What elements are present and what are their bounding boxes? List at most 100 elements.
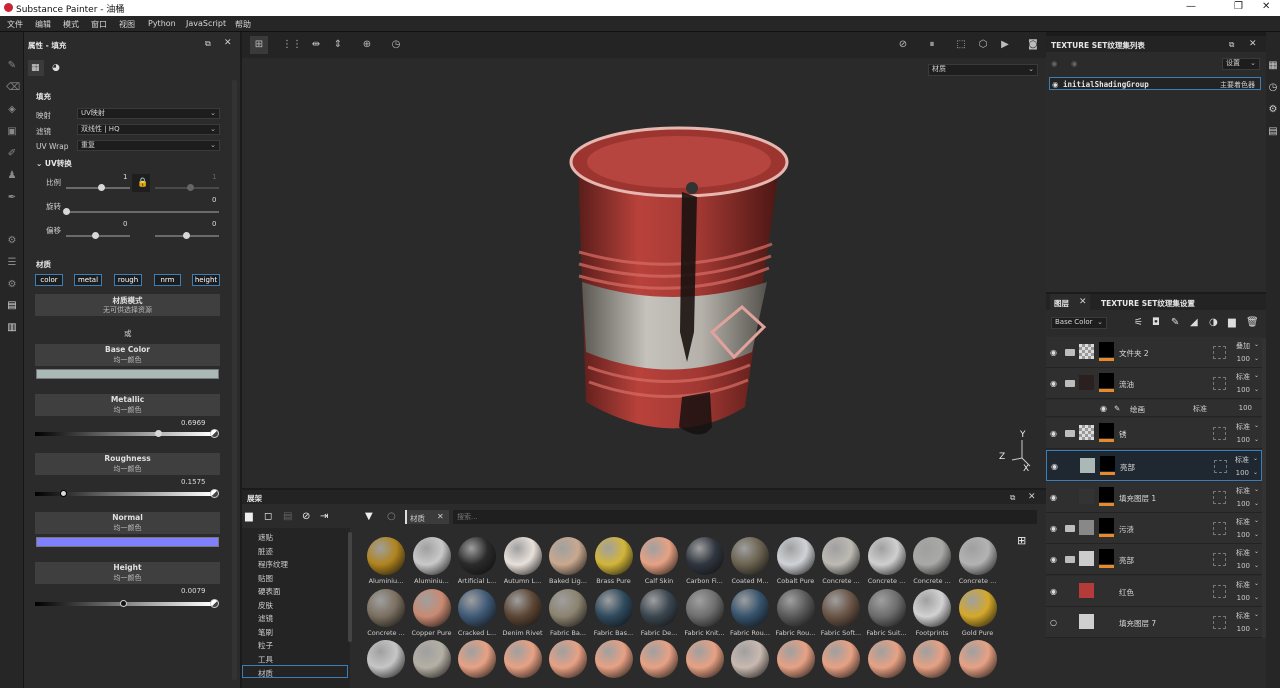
material-ball[interactable] [594,640,633,678]
maximize-icon[interactable]: ❐ [1234,1,1243,12]
material-ball[interactable] [412,589,451,627]
color-picker-icon[interactable]: ✒ [6,192,18,204]
visibility-off-icon[interactable]: ⊘ [302,511,310,522]
visibility-eye-icon[interactable]: ◉ [1050,429,1057,438]
blend-chevron-icon[interactable]: ⌄ [1254,486,1259,493]
category-item[interactable]: 工具 [258,654,273,665]
material-ball[interactable] [822,537,860,575]
add-icon[interactable]: ⊕ [361,39,373,51]
material-ball[interactable] [867,537,906,575]
normal-swatch[interactable] [36,537,219,547]
offset-slider-2-handle[interactable] [183,232,190,239]
blend-chevron-icon[interactable]: ⌄ [1254,517,1259,524]
material-ball[interactable] [412,537,451,575]
opacity-chevron-icon[interactable]: ⌄ [1254,594,1259,601]
shelf-search-input[interactable] [453,510,1037,524]
layer-opacity[interactable]: 100 [1237,500,1250,508]
material-ball[interactable] [913,640,951,678]
hide-icon[interactable]: ⊘ [897,39,909,51]
material-mode-button[interactable]: 材质模式 无可供选择资源 [35,294,220,316]
texture-set-settings-button[interactable]: 设置 ⌄ [1222,58,1260,70]
filter-select[interactable]: 双线性 | HQ ⌄ [77,124,220,135]
blend-chevron-icon[interactable]: ⌄ [1254,611,1259,618]
layer-mask-slot[interactable] [1213,491,1226,504]
visibility-eye-icon[interactable]: ◉ [1051,462,1058,471]
shelf-close-icon[interactable]: ✕ [1028,492,1036,502]
material-ball[interactable] [549,537,587,575]
add-folder-icon[interactable]: ▆ [1228,317,1236,328]
list-dock-icon[interactable]: ▤ [1267,126,1279,138]
properties-scrollbar[interactable] [232,80,237,680]
category-item[interactable]: 程序纹理 [258,559,288,570]
material-ball[interactable] [458,640,496,678]
layer-blend-mode[interactable]: 标准 [1236,372,1250,382]
texture-set-close-icon[interactable]: ✕ [1249,39,1257,49]
float-panel-icon[interactable]: ⧉ [205,39,211,49]
material-ball[interactable] [776,640,815,678]
material-ball[interactable] [640,537,678,575]
opacity-chevron-icon[interactable]: ⌄ [1253,469,1258,476]
layer-mask-slot[interactable] [1213,553,1226,566]
import-icon[interactable]: ⇥ [320,511,328,522]
symmetry-grid-icon[interactable]: ⋮⋮ [282,39,302,51]
uv-transform-toggle[interactable]: ⌄ UV转换 [36,158,72,169]
layer-row[interactable]: ◉ 锈 标准 ⌄ 100 ⌄ [1046,418,1262,449]
layer-opacity[interactable]: 100 [1237,355,1250,363]
python-console-icon[interactable]: ▤ [6,300,18,312]
layer-blend-mode[interactable]: 标准 [1236,422,1250,432]
material-ball[interactable] [367,640,405,678]
blend-chevron-icon[interactable]: ⌄ [1254,372,1259,379]
log-icon[interactable]: ▥ [6,322,18,334]
tab-texture-settings[interactable]: TEXTURE SET纹理集设置 [1101,298,1195,309]
add-fill-layer-icon[interactable]: ◢ [1190,317,1198,328]
layer-opacity[interactable]: 100 [1237,562,1250,570]
close-panel-icon[interactable]: ✕ [224,38,232,48]
layer-opacity[interactable]: 100 [1237,594,1250,602]
bake-icon[interactable]: ☰ [6,257,18,269]
cube-icon[interactable]: ⬡ [977,39,989,51]
visibility-eye-icon[interactable]: ◉ [1050,493,1057,502]
layers-dock-icon[interactable]: ▦ [1267,60,1279,72]
smart-material-icon[interactable]: ◑ [1209,317,1218,328]
opacity-chevron-icon[interactable]: ⌄ [1254,436,1259,443]
settings-dock-icon[interactable]: ⚙ [1267,104,1279,116]
height-slider-handle[interactable] [120,600,127,607]
layer-row[interactable]: ◉ 亮部 标准 ⌄ 100 ⌄ [1046,450,1262,481]
menu-javascript[interactable]: JavaScript [186,19,226,28]
material-ball[interactable] [958,537,997,575]
selection-icon[interactable]: ⬚ [955,39,967,51]
layer-blend-mode[interactable]: 标准 [1235,455,1249,465]
layer-mask-slot[interactable] [1214,460,1227,473]
metallic-slider-handle[interactable] [154,430,162,437]
viewport-material-select[interactable]: 材质 ⌄ [928,64,1038,76]
metallic-reset-icon[interactable] [210,429,219,438]
material-ball[interactable] [367,589,405,627]
opacity-chevron-icon[interactable]: ⌄ [1254,531,1259,538]
base-color-block[interactable]: Base Color 均一颜色 [35,344,220,366]
layer-row[interactable]: ◉ 红色 标准 ⌄ 100 ⌄ [1046,576,1262,607]
history-dock-icon[interactable]: ◷ [1267,82,1279,94]
layer-mask-slot[interactable] [1213,585,1226,598]
roughness-slider-handle[interactable] [59,490,67,497]
material-ball[interactable] [913,537,951,575]
add-paint-layer-icon[interactable]: ✎ [1171,317,1179,328]
menu-file[interactable]: 文件 [7,19,23,30]
blend-chevron-icon[interactable]: ⌄ [1253,455,1258,462]
channel-rough-button[interactable]: rough [114,274,142,286]
roughness-block[interactable]: Roughness 均一颜色 [35,453,220,475]
screenshot-camera-icon[interactable]: ◙ [1027,39,1039,51]
menu-view[interactable]: 视图 [119,19,135,30]
material-ball[interactable] [640,589,678,627]
material-ball[interactable] [549,589,587,627]
layer-opacity[interactable]: 100 [1237,531,1250,539]
add-effect-icon[interactable]: ⚟ [1134,317,1143,328]
material-ball[interactable] [685,640,724,678]
texture-set-eye-icon[interactable]: ◉ [1052,80,1059,89]
category-item[interactable]: 粒子 [258,640,273,651]
material-ball[interactable] [594,537,633,575]
layer-opacity[interactable]: 100 [1236,469,1249,477]
visibility-eye-icon[interactable]: ◉ [1050,379,1057,388]
shelf-float-icon[interactable]: ⧉ [1010,493,1015,503]
category-item-selected[interactable]: 材质 [258,668,273,679]
category-scrollbar[interactable] [348,532,352,642]
